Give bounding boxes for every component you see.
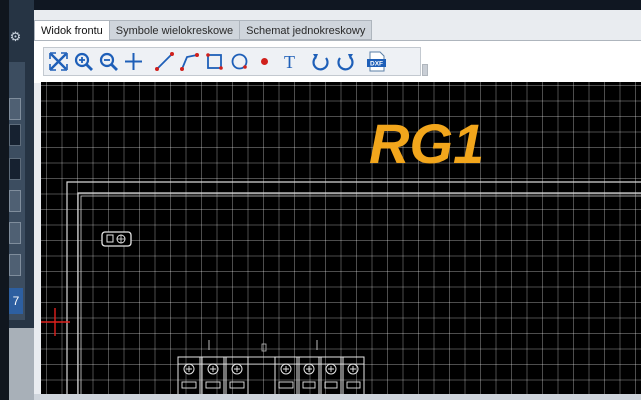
sidebar-slot[interactable]: [9, 98, 21, 120]
drawing-toolbar: T DXF: [43, 47, 421, 76]
redo-icon: [337, 54, 354, 71]
editor-window: Widok frontu Symbole wielokreskowe Schem…: [34, 10, 641, 400]
tab-single-line-diagram[interactable]: Schemat jednokreskowy: [240, 20, 373, 40]
gear-icon[interactable]: ⚙: [9, 28, 22, 48]
export-dxf-button[interactable]: DXF: [364, 49, 389, 74]
tab-front-view[interactable]: Widok frontu: [34, 20, 110, 41]
breaker-label-mark: [261, 343, 267, 352]
left-sidebar: ⚙ 7: [0, 0, 34, 400]
zoom-out-icon: [99, 52, 118, 71]
toolbar-area: T DXF: [34, 40, 641, 83]
pan-button[interactable]: [121, 49, 146, 74]
fit-all-button[interactable]: [46, 49, 71, 74]
cursor-crosshair: [41, 308, 70, 336]
sidebar-slot[interactable]: [9, 222, 21, 244]
dxf-label: DXF: [370, 61, 383, 68]
sidebar-edge: [0, 0, 9, 400]
draw-circle-button[interactable]: [227, 49, 252, 74]
text-icon: T: [284, 52, 295, 72]
lock-symbol: [101, 231, 132, 247]
breaker-module: [298, 340, 320, 400]
toolbar-grip[interactable]: [422, 64, 428, 76]
sidebar-slot[interactable]: [9, 254, 21, 276]
view-tabs: Widok frontu Symbole wielokreskowe Schem…: [34, 20, 373, 41]
export-dxf-icon: DXF: [367, 51, 386, 72]
draw-rectangle-icon: [206, 53, 223, 70]
drawing-canvas[interactable]: RG1: [41, 82, 641, 400]
drawing-overlay: [41, 181, 641, 400]
text-tool-button[interactable]: T: [277, 49, 302, 74]
bottom-scrollbar[interactable]: [34, 394, 641, 400]
sidebar-slot[interactable]: [9, 124, 21, 146]
enclosure-outer-frame: [66, 181, 641, 400]
redo-button[interactable]: [333, 49, 358, 74]
enclosure-inner-frame-2: [80, 195, 641, 400]
draw-circle-icon: [231, 53, 248, 70]
pan-icon: [125, 53, 142, 70]
undo-button[interactable]: [308, 49, 333, 74]
undo-icon: [312, 54, 329, 71]
draw-line-icon: [155, 52, 174, 71]
zoom-out-button[interactable]: [96, 49, 121, 74]
draw-polyline-icon: [180, 53, 199, 71]
draw-line-button[interactable]: [152, 49, 177, 74]
tab-multiline-symbols[interactable]: Symbole wielokreskowe: [109, 20, 241, 40]
zoom-in-button[interactable]: [71, 49, 96, 74]
draw-polyline-button[interactable]: [177, 49, 202, 74]
draw-point-icon: [261, 58, 268, 65]
sidebar-slot[interactable]: [9, 190, 21, 212]
breaker-module: [177, 340, 210, 400]
sidebar-bottom-panel: [9, 328, 34, 400]
text-tool-glyph: T: [284, 52, 295, 72]
draw-rectangle-button[interactable]: [202, 49, 227, 74]
zoom-in-icon: [74, 52, 93, 71]
sidebar-action-button[interactable]: 7: [9, 288, 23, 314]
enclosure-inner-frame: [77, 192, 641, 400]
din-rail-devices: [177, 340, 365, 400]
draw-point-button[interactable]: [252, 49, 277, 74]
fit-all-icon: [49, 52, 68, 71]
sidebar-slot[interactable]: [9, 158, 21, 180]
